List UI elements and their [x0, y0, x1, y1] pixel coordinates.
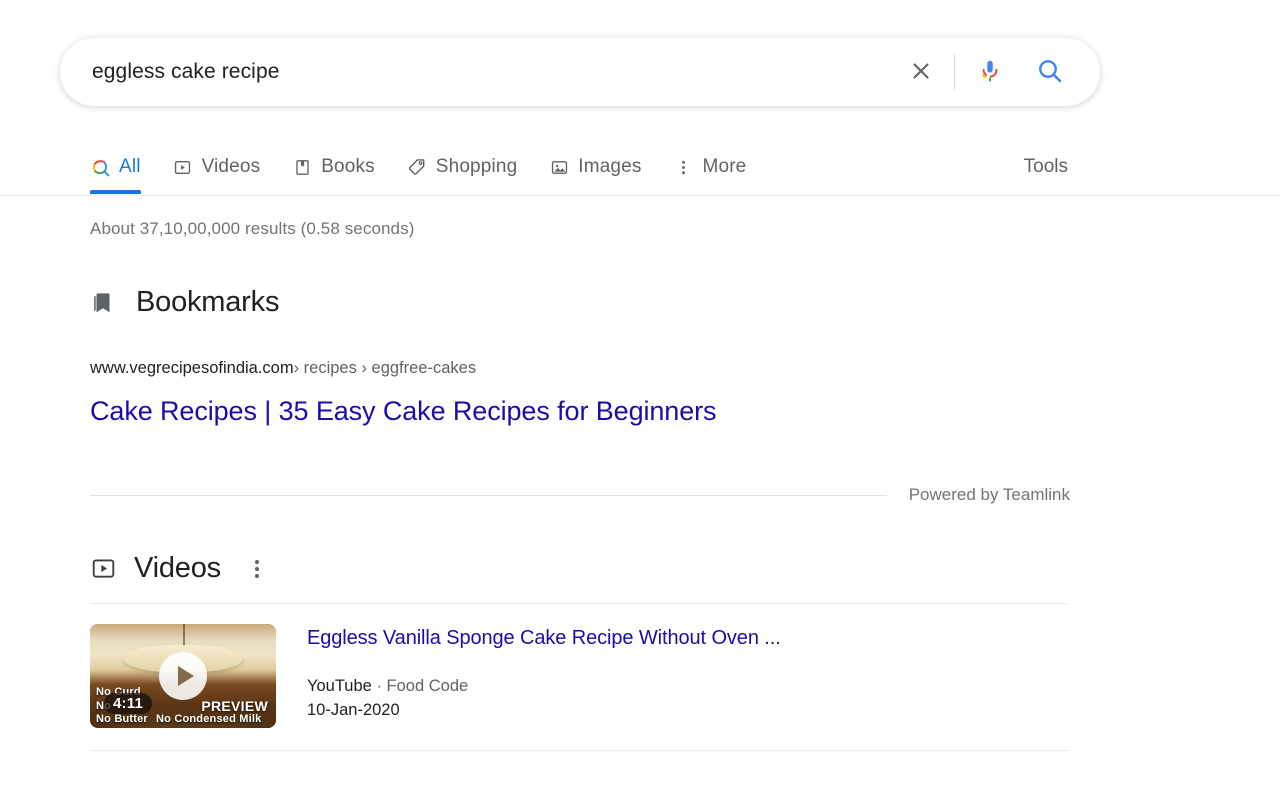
search-icon — [90, 157, 110, 177]
videos-section: Videos No Curd No No Butter No Condensed… — [90, 552, 1068, 751]
tag-icon — [407, 157, 427, 177]
bookmark-result-item: www.vegrecipesofindia.com› recipes › egg… — [90, 358, 1090, 427]
tab-shopping[interactable]: Shopping — [407, 138, 518, 194]
powered-by-divider — [90, 495, 887, 496]
tab-label-videos: Videos — [202, 156, 261, 178]
search-bar-container — [60, 38, 1100, 106]
videos-more-options-button[interactable] — [245, 555, 269, 583]
video-platform: YouTube — [307, 677, 372, 695]
search-results-page: All Videos Bo — [0, 0, 1280, 800]
bookmarks-header: Bookmarks — [90, 286, 1090, 319]
tab-more[interactable]: More — [674, 138, 747, 194]
video-duration-badge: 4:11 — [104, 693, 152, 714]
video-icon — [90, 556, 116, 582]
tab-books[interactable]: Books — [292, 138, 375, 194]
videos-title: Videos — [134, 552, 221, 585]
search-actions — [898, 49, 1099, 95]
tab-all[interactable]: All — [90, 138, 141, 194]
video-channel: Food Code — [387, 677, 469, 695]
play-button-icon[interactable] — [159, 652, 207, 700]
video-publish-date: 10-Jan-2020 — [307, 700, 781, 721]
tab-label-books: Books — [321, 156, 375, 178]
tab-label-more: More — [703, 156, 747, 178]
videos-header: Videos — [90, 552, 1068, 604]
video-separator: · — [376, 677, 382, 695]
nav-tabs: All Videos Bo — [90, 138, 778, 196]
tab-active-underline — [90, 190, 141, 194]
thumbnail-overlay-text: No Condensed Milk — [156, 713, 261, 725]
tab-label-shopping: Shopping — [436, 156, 518, 178]
search-icon — [1036, 57, 1064, 88]
result-domain: www.vegrecipesofindia.com — [90, 359, 294, 377]
book-icon — [292, 157, 312, 177]
voice-search-button[interactable] — [967, 49, 1013, 95]
search-nav-bar: All Videos Bo — [0, 138, 1280, 196]
video-thumbnail[interactable]: No Curd No No Butter No Condensed Milk P… — [90, 624, 276, 728]
thumbnail-overlay-text: No Butter — [96, 713, 148, 725]
video-title-link[interactable]: Eggless Vanilla Sponge Cake Recipe Witho… — [307, 626, 781, 650]
result-stats: About 37,10,00,000 results (0.58 seconds… — [90, 219, 414, 239]
search-submit-button[interactable] — [1027, 49, 1073, 95]
search-input[interactable] — [61, 52, 898, 92]
video-source-row: YouTube · Food Code — [307, 676, 781, 697]
close-icon — [909, 59, 933, 86]
play-triangle-icon — [178, 666, 194, 686]
tools-label: Tools — [1024, 156, 1068, 178]
video-metadata: Eggless Vanilla Sponge Cake Recipe Witho… — [307, 624, 781, 728]
search-bar[interactable] — [60, 38, 1100, 106]
thumbnail-skewer — [183, 624, 185, 647]
more-vertical-icon — [255, 574, 259, 578]
clear-search-button[interactable] — [898, 49, 944, 95]
result-title-link[interactable]: Cake Recipes | 35 Easy Cake Recipes for … — [90, 395, 716, 427]
tab-images[interactable]: Images — [549, 138, 641, 194]
bookmark-icon — [90, 289, 116, 317]
more-vertical-icon — [255, 560, 259, 564]
more-vertical-icon — [255, 567, 259, 571]
powered-by-row: Powered by Teamlink — [90, 485, 1070, 505]
more-vertical-icon — [674, 157, 694, 177]
microphone-icon — [977, 58, 1003, 87]
tools-button[interactable]: Tools — [1024, 138, 1068, 194]
tab-videos[interactable]: Videos — [173, 138, 261, 194]
tab-label-images: Images — [578, 156, 641, 178]
image-icon — [549, 157, 569, 177]
bookmarks-section: Bookmarks www.vegrecipesofindia.com› rec… — [90, 286, 1090, 427]
video-result-item: No Curd No No Butter No Condensed Milk P… — [90, 604, 1068, 751]
thumbnail-preview-label: PREVIEW — [201, 698, 268, 714]
result-url-breadcrumb[interactable]: www.vegrecipesofindia.com› recipes › egg… — [90, 358, 1090, 378]
search-divider — [954, 54, 955, 90]
tab-label-all: All — [119, 156, 141, 178]
powered-by-label: Powered by Teamlink — [909, 485, 1070, 505]
result-path: › recipes › eggfree-cakes — [294, 359, 477, 377]
bookmarks-title: Bookmarks — [136, 286, 279, 319]
video-icon — [173, 157, 193, 177]
